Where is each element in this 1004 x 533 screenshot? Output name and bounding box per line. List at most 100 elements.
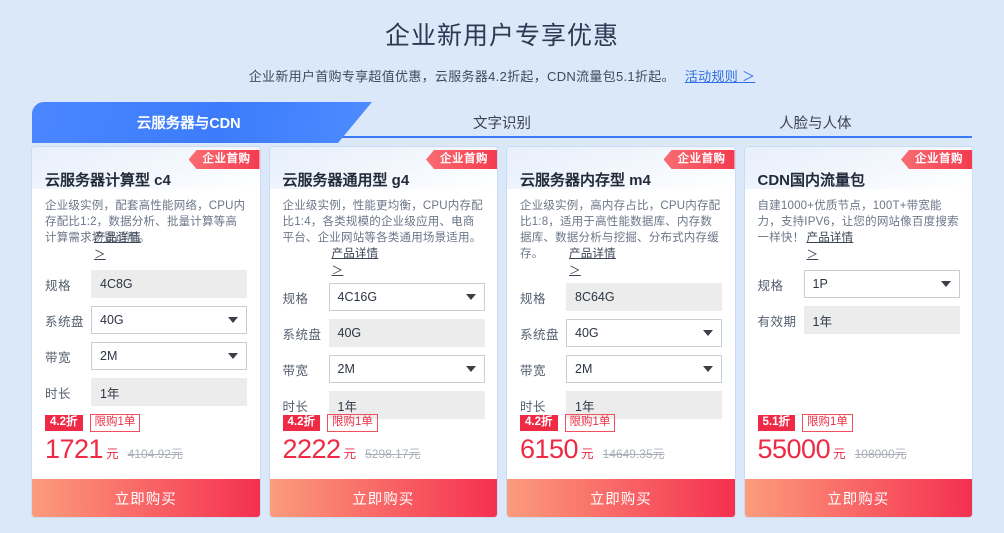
card-description: 企业级实例，性能更均衡，CPU内存配比1:4，各类规模的企业级应用、电商平台、企…: [282, 198, 485, 277]
current-price: 2222: [282, 433, 342, 464]
field-label: 带宽: [520, 363, 547, 378]
field-value: 1P: [812, 277, 828, 291]
field-label: 系统盘: [45, 314, 85, 329]
form-row: 规格 1P: [758, 269, 960, 299]
buy-now-button[interactable]: 立即购买: [269, 479, 497, 517]
buy-now-button[interactable]: 立即购买: [744, 479, 972, 517]
card-description-text: 自建1000+优质节点，100T+带宽能力，支持IPV6，让您的网站像百度搜索一…: [757, 200, 959, 244]
config-form: 规格 8C64G 系统盘 40G 带宽 2M 时长 1年: [520, 282, 722, 426]
field-select[interactable]: 2M: [566, 355, 722, 383]
field-label: 时长: [282, 399, 309, 414]
price-row: 55000 元 108000元: [758, 434, 963, 463]
product-detail-link[interactable]: 产品详情 ＞: [569, 246, 616, 279]
tab-list: 云服务器与CDN 文字识别 人脸与人体: [32, 102, 972, 143]
product-detail-link[interactable]: 产品详情 ＞: [332, 246, 379, 279]
price-tag-row: 5.1折 限购1单: [757, 413, 963, 432]
field-select[interactable]: 1P: [803, 270, 960, 298]
product-detail-chevron: ＞: [94, 249, 106, 261]
product-detail-label: 产品详情: [94, 232, 141, 244]
form-row: 带宽 2M: [283, 354, 485, 384]
form-row: 时长 1年: [45, 377, 247, 407]
chevron-down-icon: [703, 366, 713, 372]
product-card: 企业首购 云服务器计算型 c4 企业级实例，配套高性能网络，CPU内存配比1:2，数…: [32, 147, 260, 517]
product-detail-link[interactable]: 产品详情 ＞: [807, 230, 854, 263]
original-price: 5298.17元: [365, 446, 421, 461]
chevron-down-icon: [465, 294, 476, 300]
product-detail-chevron: ＞: [569, 265, 581, 277]
field-value: 1年: [100, 386, 120, 401]
form-row: 带宽 2M: [520, 354, 722, 384]
field-label: 规格: [520, 291, 547, 306]
field-value: 4C8G: [100, 277, 133, 291]
card-title: CDN国内流量包: [757, 172, 866, 189]
field-label: 系统盘: [282, 327, 322, 342]
card-body: 云服务器通用型 g4 企业级实例，性能更均衡，CPU内存配比1:4，各类规模的企业…: [270, 172, 498, 277]
purchase-limit-badge: 限购1单: [89, 413, 141, 432]
card-title: 云服务器内存型 m4: [520, 172, 651, 189]
field-label: 时长: [520, 399, 547, 414]
chevron-down-icon: [228, 317, 238, 323]
subtitle-text: 企业新用户首购专享超值优惠，云服务器4.2折起，CDN流量包5.1折起。: [248, 69, 675, 84]
form-row: 规格 8C64G: [520, 282, 722, 312]
field-select[interactable]: 2M: [328, 355, 485, 383]
product-card: 企业首购 云服务器内存型 m4 企业级实例，高内存占比，CPU内存配比1:8，适用于…: [507, 147, 735, 517]
discount-badge: 5.1折: [757, 414, 795, 431]
card-body: 云服务器计算型 c4 企业级实例，配套高性能网络，CPU内存配比1:2，数据分析、…: [32, 172, 260, 261]
field-select[interactable]: 4C16G: [328, 283, 485, 311]
field-readonly: 8C64G: [566, 283, 722, 311]
field-select[interactable]: 2M: [91, 342, 247, 370]
field-label: 带宽: [282, 363, 309, 378]
original-price: 4104.92元: [127, 446, 183, 461]
field-value: 40G: [100, 313, 124, 327]
tab-bar: 云服务器与CDN 文字识别 人脸与人体: [0, 102, 1004, 143]
config-form: 规格 1P 有效期 1年: [758, 269, 960, 341]
field-select[interactable]: 40G: [91, 306, 247, 334]
activity-rules-link[interactable]: 活动规则 ＞: [685, 69, 755, 84]
product-detail-link[interactable]: 产品详情 ＞: [94, 230, 141, 263]
enterprise-first-purchase-badge: 企业首购: [901, 150, 972, 169]
card-description-text: 企业级实例，配套高性能网络，CPU内存配比1:2，数据分析、批量计算等高计算需求…: [45, 200, 246, 244]
discount-badge: 4.2折: [45, 414, 83, 431]
enterprise-first-purchase-badge: 企业首购: [426, 150, 497, 169]
price-block: 4.2折 限购1单 2222 元 5298.17元: [282, 413, 488, 464]
buy-now-button[interactable]: 立即购买: [32, 479, 260, 517]
original-price: 108000元: [854, 446, 907, 461]
product-card: 企业首购 云服务器通用型 g4 企业级实例，性能更均衡，CPU内存配比1:4，各类规…: [269, 147, 498, 517]
purchase-limit-badge: 限购1单: [564, 413, 616, 432]
field-value: 2M: [575, 362, 593, 376]
price-currency-unit: 元: [833, 446, 846, 461]
tab-cloud-server-cdn[interactable]: 云服务器与CDN: [32, 102, 345, 143]
field-label: 系统盘: [520, 327, 560, 342]
card-description: 自建1000+优质节点，100T+带宽能力，支持IPV6，让您的网站像百度搜索一…: [757, 198, 960, 261]
tab-ocr[interactable]: 文字识别: [345, 102, 658, 143]
field-readonly: 4C8G: [91, 270, 247, 298]
form-row: 有效期 1年: [758, 305, 960, 335]
product-detail-chevron: ＞: [331, 265, 344, 277]
card-title: 云服务器通用型 g4: [282, 172, 410, 189]
card-title: 云服务器计算型 c4: [45, 172, 171, 189]
price-currency-unit: 元: [581, 446, 594, 461]
field-readonly: 1年: [91, 378, 247, 406]
form-row: 系统盘 40G: [520, 318, 722, 348]
buy-now-button[interactable]: 立即购买: [507, 479, 735, 517]
config-form: 规格 4C16G 系统盘 40G 带宽 2M 时长 1年: [283, 282, 485, 426]
tab-face-body[interactable]: 人脸与人体: [659, 102, 972, 143]
current-price: 6150: [520, 433, 579, 464]
field-label: 规格: [757, 278, 784, 293]
enterprise-first-purchase-badge: 企业首购: [188, 150, 260, 169]
card-description-text: 企业级实例，性能更均衡，CPU内存配比1:4，各类规模的企业级应用、电商平台、企…: [282, 200, 483, 244]
config-form: 规格 4C8G 系统盘 40G 带宽 2M 时长 1年: [45, 269, 247, 413]
form-row: 带宽 2M: [45, 341, 247, 371]
field-label: 时长: [45, 386, 72, 401]
page-title: 企业新用户专享优惠: [384, 22, 619, 50]
price-row: 1721 元 4104.92元: [45, 434, 250, 463]
price-tag-row: 4.2折 限购1单: [45, 413, 250, 432]
purchase-limit-badge: 限购1单: [802, 413, 853, 432]
field-value: 40G: [575, 326, 599, 340]
discount-badge: 4.2折: [520, 414, 558, 431]
field-label: 有效期: [757, 314, 797, 329]
price-block: 4.2折 限购1单 1721 元 4104.92元: [45, 413, 250, 463]
promo-page: 企业新用户专享优惠 企业新用户首购专享超值优惠，云服务器4.2折起，CDN流量包…: [0, 0, 1004, 517]
field-select[interactable]: 40G: [566, 319, 722, 347]
field-value: 1年: [575, 399, 595, 414]
